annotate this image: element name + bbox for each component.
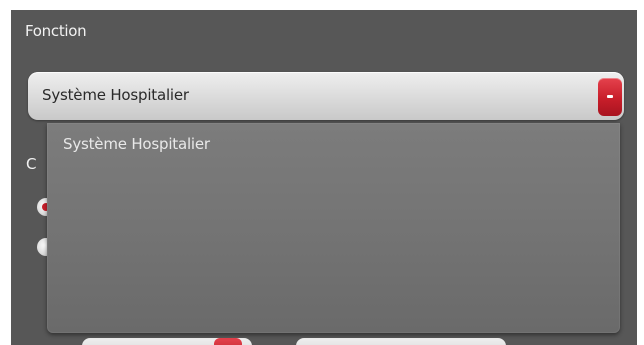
chevron-down-icon[interactable] (214, 338, 242, 345)
bottom-select[interactable] (82, 338, 252, 345)
bottom-button[interactable] (296, 338, 506, 345)
function-dropdown-list: Système Hospitalier (47, 123, 620, 333)
form-panel: Fonction Système Hospitalier C Système H… (11, 10, 637, 345)
function-label: Fonction (25, 22, 87, 40)
chevron-down-icon[interactable] (598, 78, 622, 116)
second-field-label: C (26, 155, 37, 173)
function-select-value: Système Hospitalier (42, 86, 189, 104)
dropdown-option[interactable]: Système Hospitalier (63, 135, 210, 153)
function-select[interactable]: Système Hospitalier (28, 72, 624, 120)
